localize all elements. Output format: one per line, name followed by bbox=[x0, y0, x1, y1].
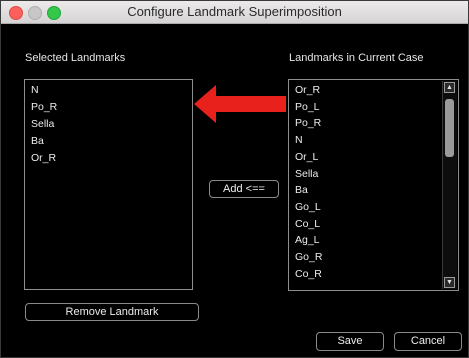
add-landmark-button[interactable]: Add <== bbox=[209, 180, 279, 198]
current-landmarks-list[interactable]: Or_R Po_L Po_R N Or_L Sella Ba Go_L Co_L Ag_L Go_R… bbox=[288, 79, 459, 291]
list-item[interactable]: Go_L bbox=[289, 199, 322, 216]
list-item[interactable]: Sella bbox=[25, 116, 57, 133]
list-item[interactable]: Co_R bbox=[289, 266, 322, 283]
selected-landmarks-label: Selected Landmarks bbox=[25, 52, 126, 64]
list-item[interactable]: Ba bbox=[289, 182, 322, 199]
remove-landmark-button[interactable]: Remove Landmark bbox=[25, 303, 199, 321]
title-bar: Configure Landmark Superimposition bbox=[1, 1, 468, 24]
window-title: Configure Landmark Superimposition bbox=[127, 4, 342, 19]
list-item[interactable]: N bbox=[25, 82, 57, 99]
list-item[interactable]: Or_L bbox=[289, 149, 322, 166]
list-item[interactable]: N bbox=[289, 132, 322, 149]
scroll-up-arrow-icon[interactable]: ▲ bbox=[444, 82, 455, 93]
save-button[interactable]: Save bbox=[316, 332, 384, 351]
list-item[interactable]: Po_R bbox=[25, 99, 57, 116]
selected-landmarks-list[interactable]: N Po_R Sella Ba Or_R bbox=[24, 79, 193, 290]
current-landmarks-label: Landmarks in Current Case bbox=[289, 52, 424, 64]
scroll-down-arrow-icon[interactable]: ▼ bbox=[444, 277, 455, 288]
list-item[interactable]: Or_R bbox=[25, 150, 57, 167]
list-item[interactable]: Ag_L bbox=[289, 232, 322, 249]
list-item[interactable]: Sella bbox=[289, 166, 322, 183]
current-landmarks-scrollbar[interactable]: ▲ ▼ bbox=[442, 81, 457, 289]
list-item[interactable]: Ba bbox=[25, 133, 57, 150]
list-item[interactable]: Po_L bbox=[289, 99, 322, 116]
list-item[interactable]: Co_L bbox=[289, 216, 322, 233]
red-left-arrow-icon bbox=[194, 85, 286, 123]
list-item[interactable]: Or_R bbox=[289, 82, 322, 99]
dialog-window: Configure Landmark Superimposition Selec… bbox=[0, 0, 469, 358]
cancel-button[interactable]: Cancel bbox=[394, 332, 462, 351]
scroll-thumb[interactable] bbox=[445, 99, 454, 157]
list-item[interactable]: Po_R bbox=[289, 115, 322, 132]
list-item[interactable]: Go_R bbox=[289, 249, 322, 266]
